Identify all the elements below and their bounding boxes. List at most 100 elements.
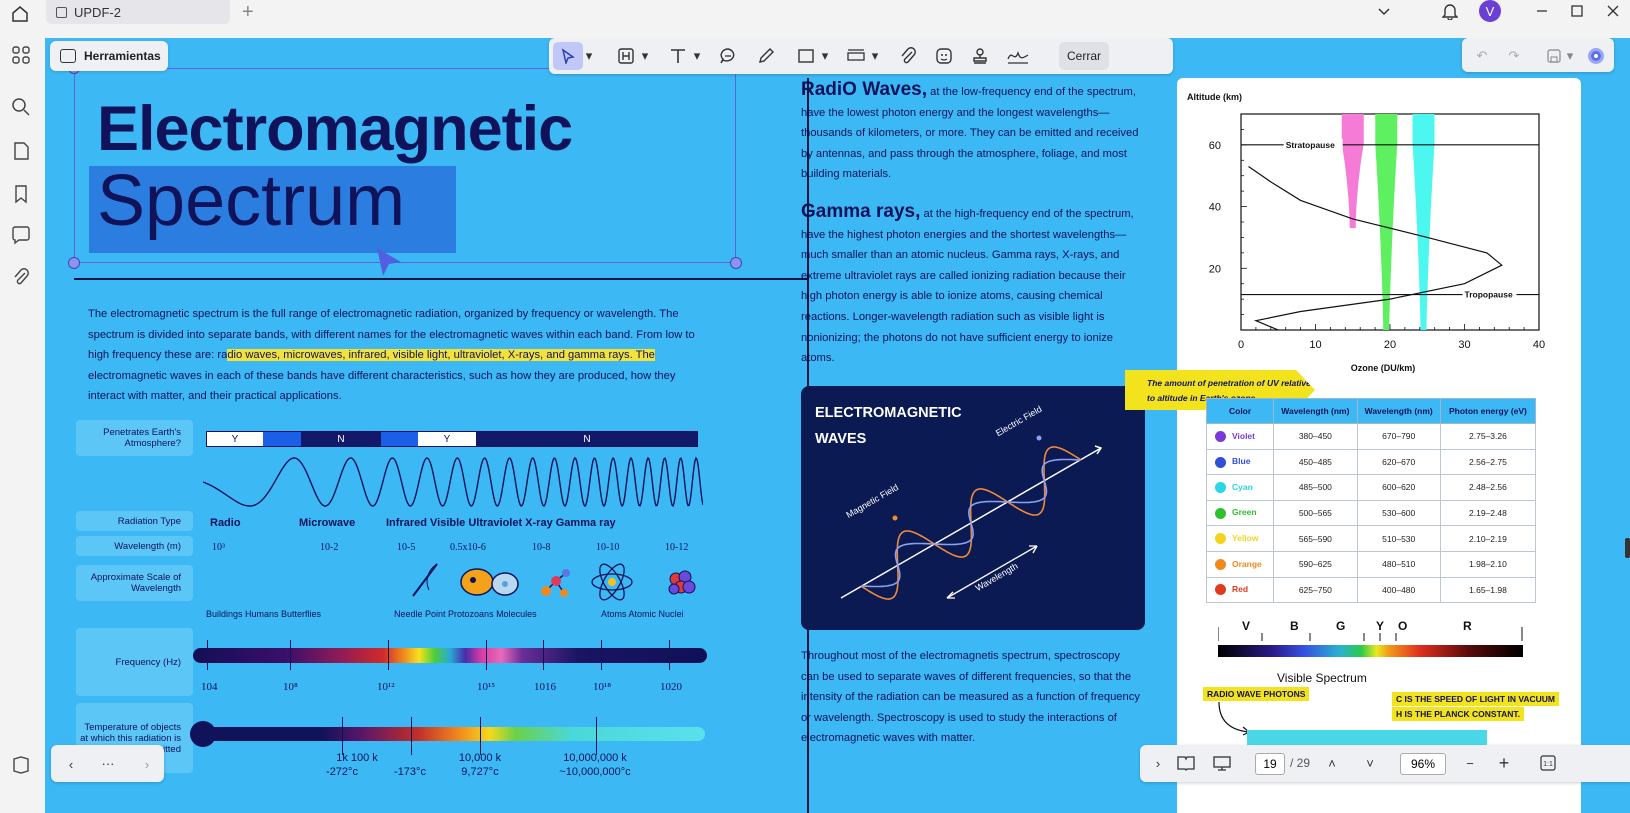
freq-tick [601, 640, 602, 670]
speech-bubble-icon [720, 48, 735, 64]
x-tick-label: 10 [1309, 339, 1321, 351]
document-tab[interactable]: UPDF-2 [46, 0, 230, 24]
page-nav-bar: › 19 / 29 ˄ ˅ 96% − + 1:1 [1140, 745, 1630, 782]
sticker-icon [936, 48, 952, 64]
reading-mode-icon[interactable] [1174, 749, 1198, 777]
chevron-down-icon[interactable]: ▾ [819, 42, 831, 70]
fit-page-icon[interactable]: 1:1 [1536, 749, 1560, 777]
maximize-icon[interactable] [1565, 0, 1589, 22]
zoom-in-icon[interactable]: + [1492, 749, 1516, 777]
radio-waves-paragraph[interactable]: RadiO Waves, at the low-frequency end of… [801, 79, 1141, 185]
ai-assistant-icon[interactable] [1584, 42, 1608, 70]
shape-tool-button[interactable] [793, 42, 819, 70]
stamp-tool-button[interactable] [967, 42, 993, 70]
left-sidebar [0, 38, 45, 813]
chevron-down-icon[interactable]: ▾ [691, 42, 703, 70]
color-name: Red [1232, 584, 1249, 595]
signature-tool-button[interactable] [1003, 42, 1033, 70]
layers-icon[interactable] [10, 754, 32, 776]
close-toolbar-button[interactable]: Cerrar [1059, 42, 1110, 70]
page-title-line2[interactable]: Spectrum [97, 160, 405, 242]
rectangle-icon [798, 49, 814, 63]
gamma-rays-heading: Gamma rays, [801, 201, 921, 222]
previous-page-icon[interactable]: ‹ [61, 750, 81, 778]
zoom-level[interactable]: 96% [1400, 753, 1446, 775]
spectroscopy-paragraph[interactable]: Throughout most of the electromagnetis s… [801, 646, 1141, 749]
page-title-line1[interactable]: Electromagnetic [97, 93, 573, 165]
table-cell: 2.75–3.26 [1439, 423, 1537, 450]
highlight-tool-button[interactable] [613, 42, 639, 70]
home-button[interactable] [8, 2, 32, 26]
comment-tool-button[interactable] [715, 42, 741, 70]
chevron-down-icon[interactable]: ▾ [869, 42, 881, 70]
chevron-up-icon[interactable]: ˄ [1320, 749, 1344, 777]
temperature-bar-cap [190, 721, 216, 747]
temp-tick [411, 717, 412, 755]
comment-icon[interactable] [10, 224, 32, 246]
page-number-input[interactable]: 19 [1255, 753, 1285, 775]
minimize-icon[interactable] [1530, 0, 1554, 22]
sticker-tool-button[interactable] [931, 42, 957, 70]
table-row: Yellow 565–590 510–530 2.10–2.19 [1205, 525, 1537, 552]
x-tick-label: 0 [1238, 339, 1244, 351]
radio-photons-note: RADIO WAVE PHOTONS [1203, 687, 1310, 701]
wavelength-value: 10-10 [596, 542, 620, 553]
bookmark-icon[interactable] [10, 183, 32, 205]
search-icon[interactable] [10, 96, 32, 118]
tools-button[interactable]: Herramientas [50, 41, 168, 71]
vertical-scrollbar[interactable] [1625, 538, 1630, 558]
frequency-value: 10¹⁸ [593, 681, 612, 693]
undo-icon[interactable]: ↶ [1470, 42, 1494, 70]
add-tab-button[interactable]: + [242, 1, 254, 24]
chevron-down-icon[interactable]: ▾ [1564, 42, 1576, 70]
color-cell: Yellow [1205, 525, 1275, 552]
table-header: Wavelength (nm) [1273, 398, 1358, 424]
zoom-out-icon[interactable]: − [1458, 749, 1482, 777]
color-name: Blue [1232, 456, 1251, 467]
color-swatch [1215, 533, 1226, 545]
measure-tool-button[interactable] [843, 42, 869, 70]
save-icon[interactable] [1542, 42, 1566, 70]
table-cell: 2.56–2.75 [1439, 448, 1537, 476]
attach-tool-button[interactable] [895, 42, 921, 70]
select-tool-button[interactable] [553, 42, 583, 70]
frequency-value: 10⁸ [283, 681, 298, 693]
spectrum-ruler [1218, 627, 1523, 641]
pencil-tool-button[interactable] [753, 42, 779, 70]
gamma-rays-paragraph[interactable]: Gamma rays, at the high-frequency end of… [801, 201, 1141, 369]
table-row: Violet 380–450 670–790 2.75–3.26 [1205, 423, 1537, 450]
attachment-icon[interactable] [10, 266, 32, 288]
atmosphere-bar: Y N Y N [206, 431, 698, 447]
resize-handle-bottom-right[interactable] [730, 257, 742, 269]
chevron-down-icon[interactable]: ▾ [583, 42, 595, 70]
chevron-down-icon[interactable]: ˅ [1358, 749, 1382, 777]
frequency-value: 104 [201, 681, 218, 693]
wavelength-value: 10-5 [397, 542, 416, 553]
temperature-celsius: -173°c [394, 766, 426, 778]
presentation-icon[interactable] [1210, 749, 1234, 777]
table-cell: 485–500 [1273, 474, 1358, 501]
color-swatch [1215, 584, 1226, 596]
highlighted-text[interactable]: dio waves, microwaves, infrared, visible… [227, 349, 655, 362]
signature-icon [1007, 51, 1029, 64]
pages-icon[interactable] [10, 140, 32, 162]
avatar[interactable]: V [1479, 0, 1501, 22]
text-icon [671, 49, 685, 63]
close-icon[interactable] [1601, 0, 1625, 22]
intro-paragraph[interactable]: The electromagnetic spectrum is the full… [88, 304, 698, 407]
chevron-down-icon[interactable]: ▾ [639, 42, 651, 70]
scale-caption: Atoms Atomic Nuclei [601, 609, 684, 619]
collapse-icon[interactable]: › [1146, 749, 1170, 777]
planck-note: H IS THE PLANCK CONSTANT. [1392, 707, 1525, 721]
bell-icon[interactable] [1438, 0, 1462, 22]
resize-handle-bottom-left[interactable] [68, 257, 80, 269]
redo-icon[interactable]: ↷ [1502, 42, 1526, 70]
text-tool-button[interactable] [665, 42, 691, 70]
freq-tick [388, 640, 389, 670]
scale-caption: Needle Point Protozoans Molecules [394, 609, 537, 619]
next-page-icon[interactable]: › [137, 750, 157, 778]
more-options-button[interactable]: ··· [93, 749, 123, 777]
thumbnails-icon[interactable] [10, 44, 32, 66]
app-window: UPDF-2 + V Electromagnetic Spectrum The … [0, 0, 1630, 813]
chevron-down-icon[interactable] [1372, 0, 1396, 22]
